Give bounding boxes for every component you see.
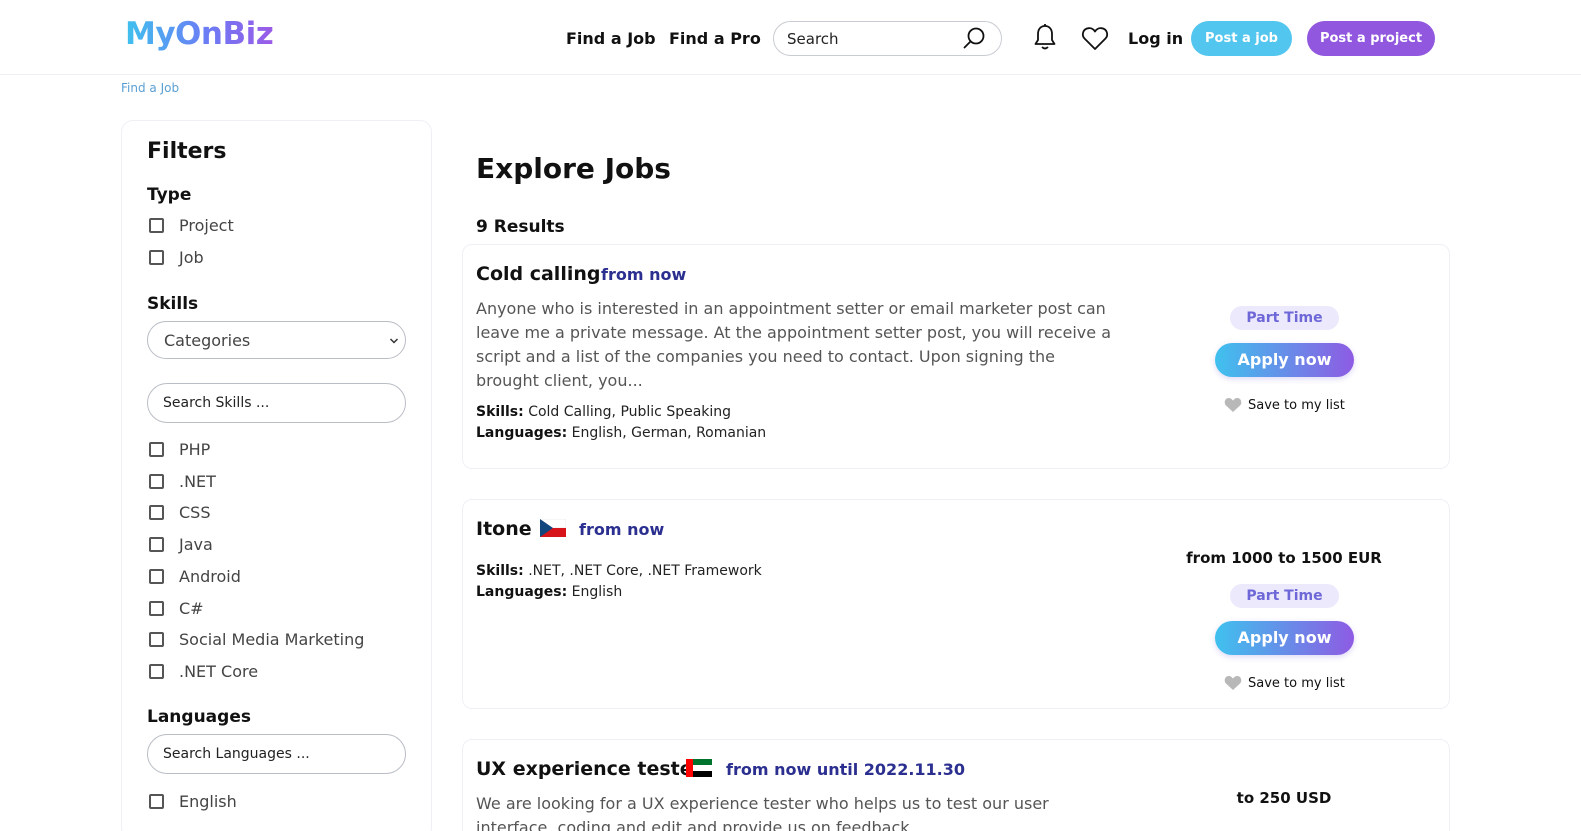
languages-label: Languages:	[476, 425, 568, 441]
checkbox-label: .NET	[179, 471, 216, 491]
languages-search-field[interactable]	[147, 734, 406, 774]
checkbox-box[interactable]	[149, 536, 164, 552]
job-description: Anyone who is interested in an appointme…	[476, 299, 1112, 390]
checkbox-label: Java	[179, 534, 213, 554]
czech-flag-icon	[540, 519, 566, 537]
login-link[interactable]: Log in	[1128, 29, 1183, 48]
job-date: from now until 2022.11.30	[726, 760, 966, 779]
save-to-list-button[interactable]: Save to my list	[1224, 396, 1345, 414]
categories-select[interactable]: Categories	[147, 321, 406, 359]
save-label: Save to my list	[1248, 675, 1345, 691]
skills-label: Skills:	[476, 563, 524, 579]
post-job-button[interactable]: Post a job	[1191, 21, 1292, 56]
job-description: We are looking for a UX experience teste…	[476, 794, 1049, 831]
skill-checkbox-csharp[interactable]: C#	[149, 598, 204, 618]
checkbox-box[interactable]	[149, 600, 164, 616]
languages-value: English, German, Romanian	[571, 425, 767, 441]
checkbox-box[interactable]	[149, 217, 164, 233]
skill-checkbox-dotnet-core[interactable]: .NET Core	[149, 661, 258, 681]
skill-checkbox-java[interactable]: Java	[149, 534, 213, 554]
checkbox-label: Job	[179, 247, 204, 267]
type-project-checkbox[interactable]: Project	[149, 215, 234, 235]
checkbox-label: .NET Core	[179, 661, 259, 681]
categories-select-value: Categories	[164, 331, 251, 350]
search-icon[interactable]	[962, 26, 986, 50]
bell-icon[interactable]	[1032, 23, 1058, 51]
type-job-checkbox[interactable]: Job	[149, 247, 204, 267]
checkbox-label: English	[179, 791, 237, 811]
job-type-badge: Part Time	[1230, 584, 1339, 608]
job-title[interactable]: Itone	[476, 518, 532, 540]
skill-checkbox-php[interactable]: PHP	[149, 439, 210, 459]
checkbox-label: Android	[179, 566, 241, 586]
languages-section-title: Languages	[147, 707, 251, 727]
logo[interactable]: MyOnBiz	[125, 16, 274, 52]
languages-label: Languages:	[476, 584, 568, 600]
checkbox-label: Social Media Marketing	[179, 629, 365, 649]
apply-now-button[interactable]: Apply now	[1215, 621, 1354, 655]
chevron-down-icon	[389, 338, 399, 344]
job-date: from now	[579, 520, 665, 539]
skill-checkbox-social-media-marketing[interactable]: Social Media Marketing	[149, 629, 364, 649]
skills-section-title: Skills	[147, 294, 199, 314]
checkbox-label: CSS	[179, 502, 211, 522]
post-project-button[interactable]: Post a project	[1307, 21, 1435, 56]
heart-icon	[1224, 398, 1242, 412]
language-checkbox-english[interactable]: English	[149, 791, 237, 811]
job-languages: Languages: English	[476, 584, 622, 600]
checkbox-label: Project	[179, 215, 234, 235]
page-title: Explore Jobs	[476, 152, 671, 185]
job-type-badge: Part Time	[1230, 306, 1339, 330]
job-skills: Skills: Cold Calling, Public Speaking	[476, 404, 731, 420]
checkbox-box[interactable]	[149, 631, 164, 647]
job-languages: Languages: English, German, Romanian	[476, 425, 766, 441]
search-input[interactable]	[787, 30, 957, 48]
job-price: from 1000 to 1500 EUR	[1186, 549, 1382, 567]
skill-checkbox-css[interactable]: CSS	[149, 502, 210, 522]
skills-label: Skills:	[476, 404, 524, 420]
job-title[interactable]: Cold calling	[476, 263, 600, 285]
checkbox-box[interactable]	[149, 473, 164, 489]
top-header: MyOnBiz Find a Job Find a Pro Log in Pos…	[0, 0, 1581, 75]
skill-checkbox-dotnet[interactable]: .NET	[149, 471, 216, 491]
checkbox-box[interactable]	[149, 249, 164, 265]
job-date: from now	[601, 265, 687, 284]
skill-checkbox-android[interactable]: Android	[149, 566, 241, 586]
type-section-title: Type	[147, 185, 192, 205]
checkbox-box[interactable]	[149, 568, 164, 584]
languages-search-input[interactable]	[163, 746, 383, 762]
breadcrumb[interactable]: Find a Job	[121, 81, 179, 95]
skills-value: Cold Calling, Public Speaking	[528, 404, 732, 420]
nav-find-a-job[interactable]: Find a Job	[566, 29, 656, 48]
checkbox-box[interactable]	[149, 441, 164, 457]
job-title[interactable]: UX experience tester	[476, 758, 702, 780]
job-price: to 250 USD	[1236, 789, 1332, 807]
skills-search-field[interactable]	[147, 383, 406, 423]
nav-find-a-pro[interactable]: Find a Pro	[669, 29, 761, 48]
languages-value: English	[571, 584, 623, 600]
checkbox-box[interactable]	[149, 663, 164, 679]
heart-icon	[1224, 676, 1242, 690]
save-label: Save to my list	[1248, 397, 1345, 413]
results-count: 9 Results	[476, 217, 565, 237]
apply-now-button[interactable]: Apply now	[1215, 343, 1354, 377]
uae-flag-icon	[686, 759, 712, 777]
checkbox-label: PHP	[179, 439, 211, 459]
checkbox-box[interactable]	[149, 504, 164, 520]
skills-value: .NET, .NET Core, .NET Framework	[528, 563, 762, 579]
job-skills: Skills: .NET, .NET Core, .NET Framework	[476, 563, 762, 579]
filters-title: Filters	[147, 139, 227, 164]
checkbox-box[interactable]	[149, 793, 164, 809]
heart-icon[interactable]	[1081, 25, 1109, 51]
save-to-list-button[interactable]: Save to my list	[1224, 674, 1345, 692]
checkbox-label: C#	[179, 598, 204, 618]
skills-search-input[interactable]	[163, 395, 383, 411]
